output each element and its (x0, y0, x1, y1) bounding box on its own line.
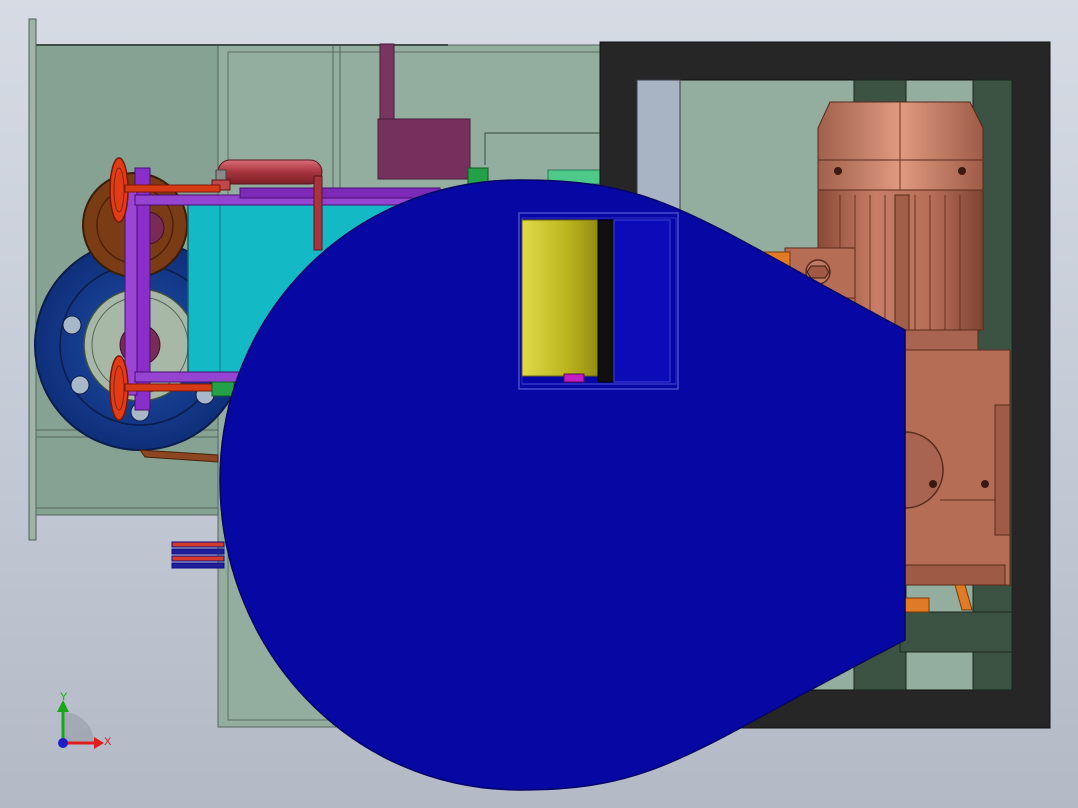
assembly-model[interactable]: Y X (0, 0, 1078, 808)
green-bracket (211, 381, 235, 397)
y-axis-label: Y (60, 691, 68, 703)
cad-viewport[interactable]: Y X (0, 0, 1078, 808)
x-axis-label: X (104, 736, 112, 748)
z-axis-dot (58, 738, 68, 748)
outlet-pipes[interactable] (171, 541, 225, 569)
inspection-window[interactable] (518, 212, 679, 390)
roller-drum (521, 219, 601, 377)
coordinate-triad: Y X (57, 691, 112, 749)
